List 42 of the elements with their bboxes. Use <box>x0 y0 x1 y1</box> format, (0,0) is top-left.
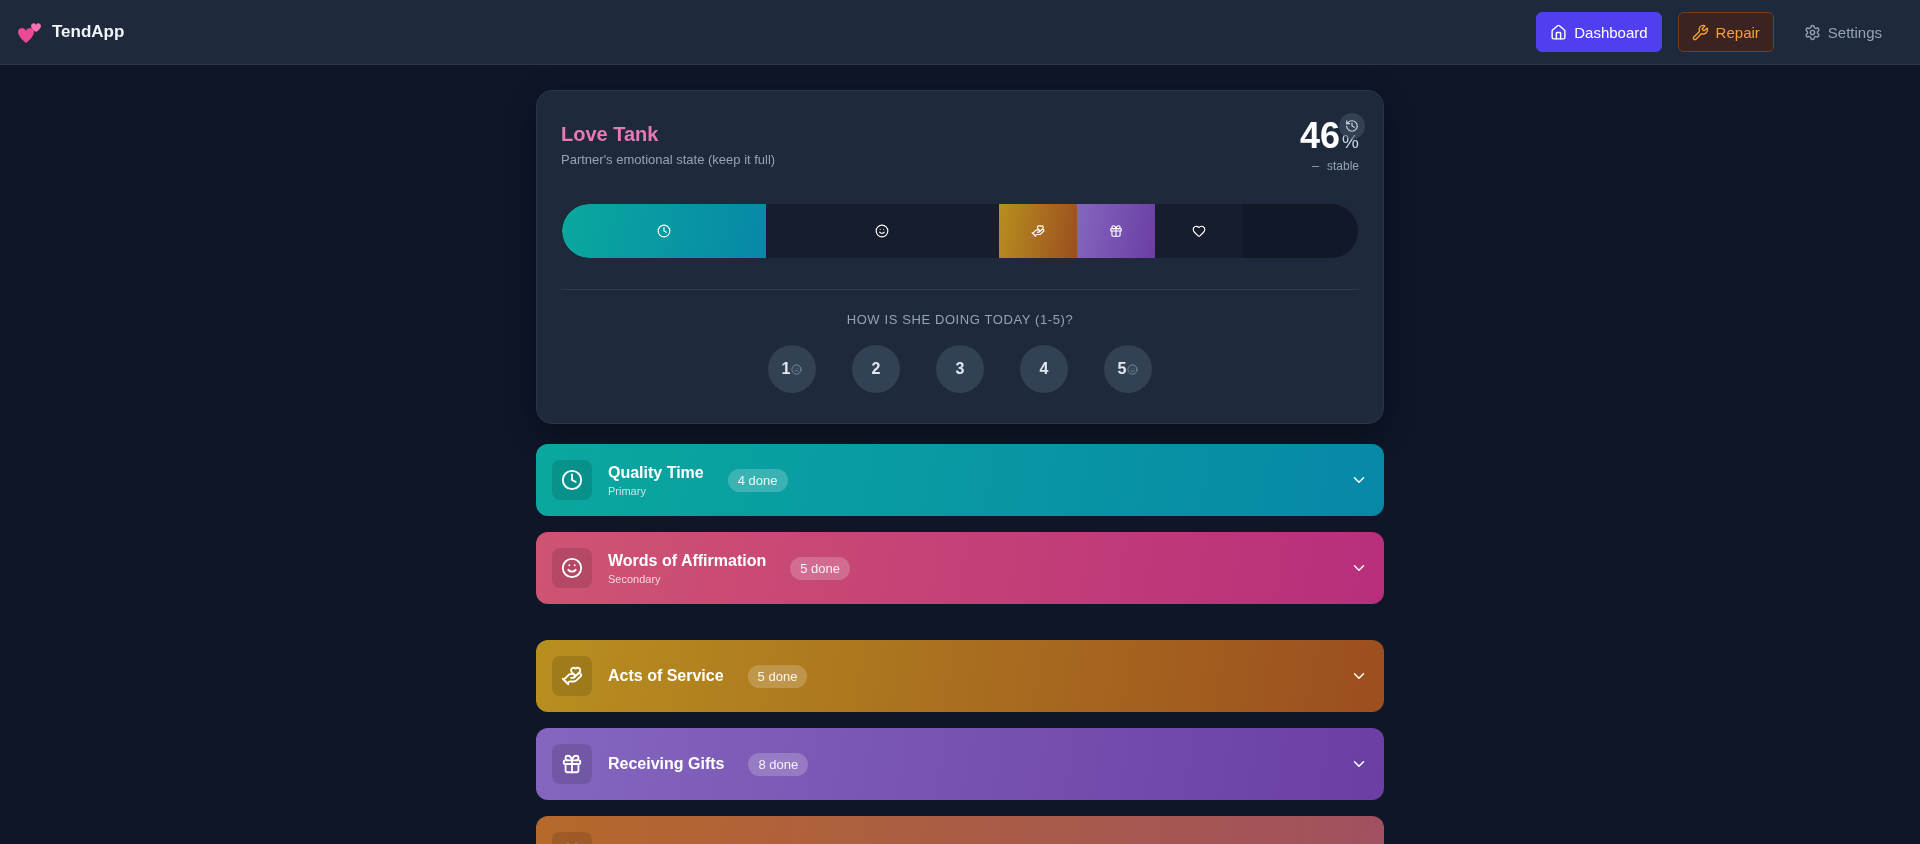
tank-percent: 46 <box>1300 115 1341 157</box>
hand-heart-icon <box>1031 224 1045 238</box>
hand-heart-icon <box>561 665 583 687</box>
rating-button[interactable]: 5 <box>1104 345 1152 393</box>
category-title: Receiving Gifts <box>608 755 725 773</box>
percent-unit: % <box>1342 131 1359 153</box>
gift-icon <box>561 753 583 775</box>
trend-label: stable <box>1326 159 1359 173</box>
done-count: 5 done <box>790 556 850 580</box>
card-subtitle: Partner's emotional state (keep it full) <box>561 152 776 167</box>
category-row[interactable]: Receiving Gifts 8 done <box>536 728 1384 800</box>
rating-question: HOW IS SHE DOING TODAY (1-5)? <box>845 312 1075 327</box>
done-count: 4 done <box>727 468 788 492</box>
rating-button[interactable]: 1 <box>768 345 816 393</box>
card-title: Love Tank <box>561 123 660 146</box>
nav-tab[interactable]: Repair <box>1677 12 1774 52</box>
category-title: Acts of Service <box>608 667 724 685</box>
history-icon <box>1345 119 1359 133</box>
smiley-icon <box>1127 363 1139 375</box>
house-icon <box>1550 23 1568 41</box>
nav-tab[interactable]: Dashboard <box>1536 12 1662 52</box>
rating-button[interactable]: 2 <box>852 345 900 393</box>
category-rank: Primary <box>608 484 647 497</box>
category-row[interactable]: Words of Affirmation Secondary 5 done <box>536 532 1384 604</box>
app-name: TendApp <box>52 22 125 42</box>
settings-icon <box>1803 23 1821 41</box>
frown-icon <box>791 363 803 375</box>
rating-button[interactable]: 3 <box>936 345 984 393</box>
clock-icon <box>656 224 671 238</box>
category-title: Quality Time <box>608 463 704 482</box>
done-count: 5 done <box>747 664 808 688</box>
category-rank: Secondary <box>608 572 662 585</box>
clock-icon <box>561 469 583 491</box>
nav-tab[interactable]: Settings <box>1789 12 1896 52</box>
smiley-icon <box>561 557 583 579</box>
rating-button[interactable]: 4 <box>1020 345 1068 393</box>
smiley-icon <box>875 224 890 238</box>
done-count: 8 done <box>748 752 809 776</box>
gift-icon <box>1109 224 1123 238</box>
category-title: Words of Affirmation <box>608 551 767 570</box>
wrench-icon <box>1691 23 1709 41</box>
heart-icon <box>1191 224 1206 238</box>
